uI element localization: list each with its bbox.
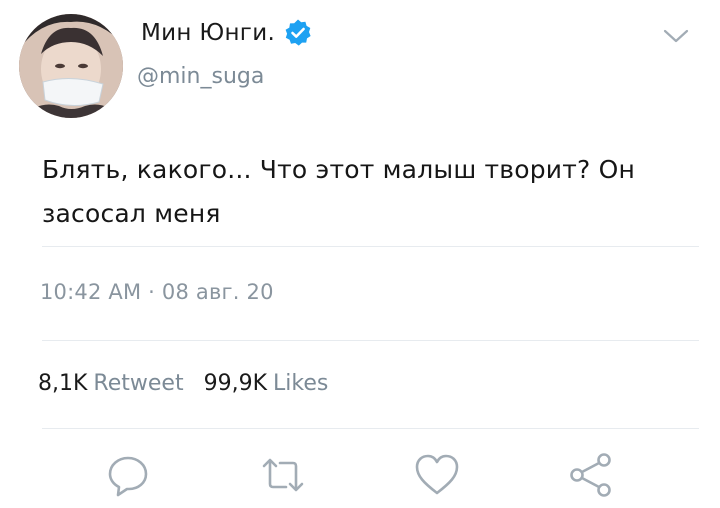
retweet-count[interactable]: 8,1K	[38, 371, 87, 396]
heart-icon[interactable]	[412, 450, 462, 500]
share-icon[interactable]	[566, 450, 616, 500]
chevron-down-icon[interactable]	[660, 20, 692, 52]
avatar-image	[19, 14, 123, 118]
tweet-card: Мин Юнги. @min_suga Блять, какого... Что…	[0, 0, 720, 508]
retweet-label[interactable]: Retweet	[93, 371, 183, 396]
tweet-stats: 8,1K Retweet 99,9K Likes	[38, 371, 348, 396]
divider	[42, 340, 699, 341]
tweet-text: Блять, какого... Что этот малыш творит? …	[42, 155, 636, 228]
retweet-icon[interactable]	[258, 450, 308, 500]
avatar[interactable]	[19, 14, 123, 118]
divider	[42, 428, 699, 429]
likes-label[interactable]: Likes	[273, 371, 328, 396]
tweet-actions	[0, 450, 720, 500]
user-handle[interactable]: @min_suga	[137, 64, 264, 89]
verified-badge-icon	[283, 18, 313, 48]
divider	[42, 246, 699, 247]
likes-count[interactable]: 99,9K	[204, 371, 267, 396]
display-name[interactable]: Мин Юнги.	[141, 18, 313, 48]
reply-icon[interactable]	[103, 450, 153, 500]
display-name-text: Мин Юнги.	[141, 20, 276, 46]
tweet-timestamp[interactable]: 10:42 AM · 08 авг. 20	[40, 280, 274, 304]
